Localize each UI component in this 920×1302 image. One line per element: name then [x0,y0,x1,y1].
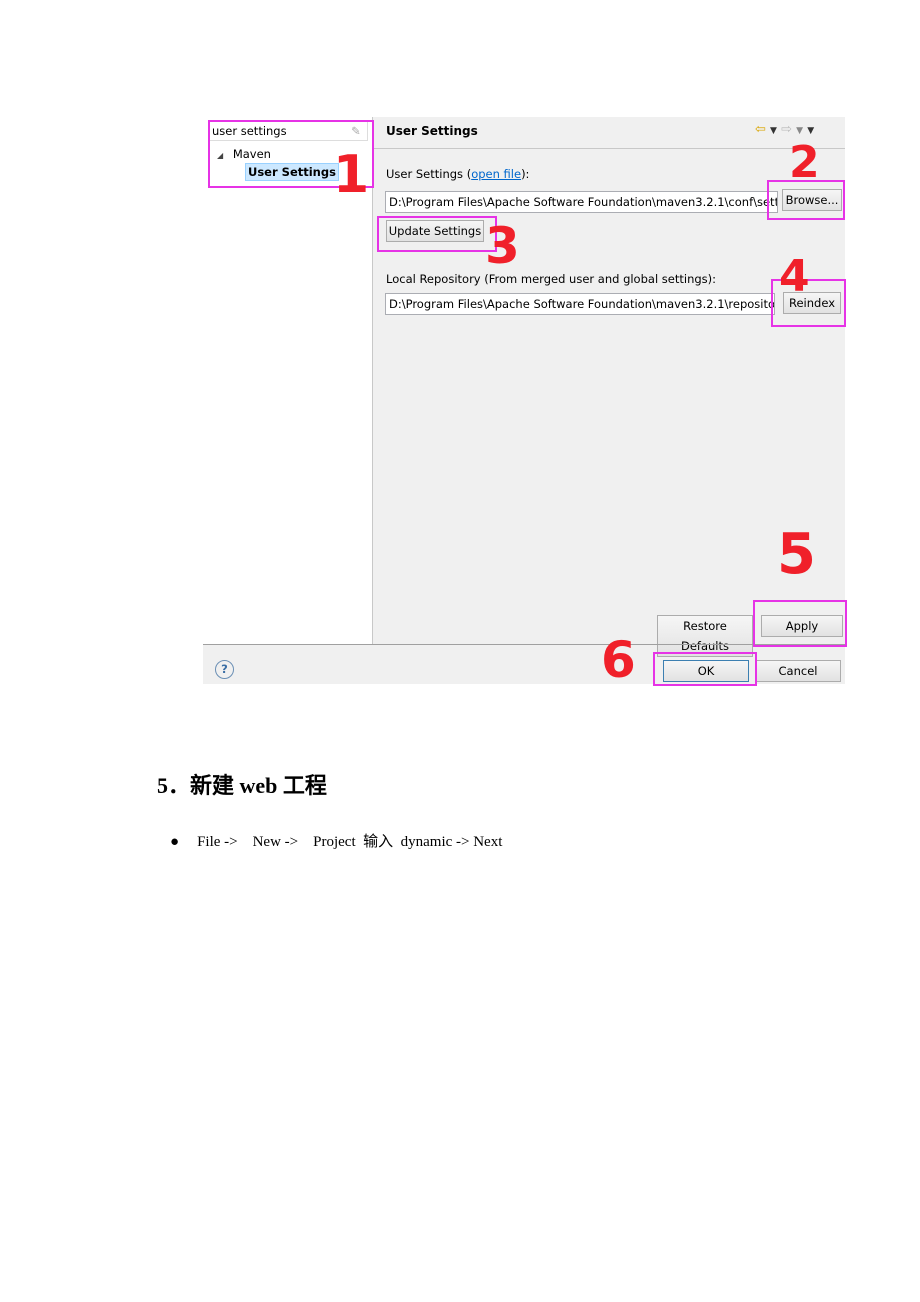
user-settings-label: User Settings (open file): [386,167,530,181]
document-page: user settings ✎ ◢ Maven User Settings Us… [0,0,920,1302]
bullet-icon: ● [170,834,180,850]
local-repo-label: Local Repository (From merged user and g… [386,272,717,286]
page-title: User Settings [386,124,478,138]
user-settings-path-input[interactable]: D:\Program Files\Apache Software Foundat… [385,191,778,213]
back-arrow-icon[interactable]: ⇦ ▼ ⇨ ▼ ▼ [755,122,814,137]
annotation-number: 3 [485,217,520,275]
open-file-link[interactable]: open file [471,167,521,181]
highlight-box [377,216,497,252]
divider [373,148,845,149]
annotation-number: 1 [333,145,370,205]
annotation-number: 2 [789,137,820,188]
divider [203,644,845,645]
local-repo-path-input[interactable]: D:\Program Files\Apache Software Foundat… [385,293,775,315]
section-heading: 5．新建 web 工程 [157,773,327,798]
highlight-box [653,652,757,686]
preferences-dialog-screenshot: user settings ✎ ◢ Maven User Settings Us… [203,117,847,689]
highlight-box [753,600,847,647]
restore-defaults-button[interactable]: Restore Defaults [657,615,753,657]
bullet-item: ● File -> New -> Project 输入 dynamic -> Ne… [170,834,503,850]
cancel-button[interactable]: Cancel [755,660,841,682]
annotation-number: 5 [777,522,816,587]
help-icon[interactable]: ? [215,660,234,679]
annotation-number: 4 [779,251,810,302]
annotation-number: 6 [601,631,636,689]
